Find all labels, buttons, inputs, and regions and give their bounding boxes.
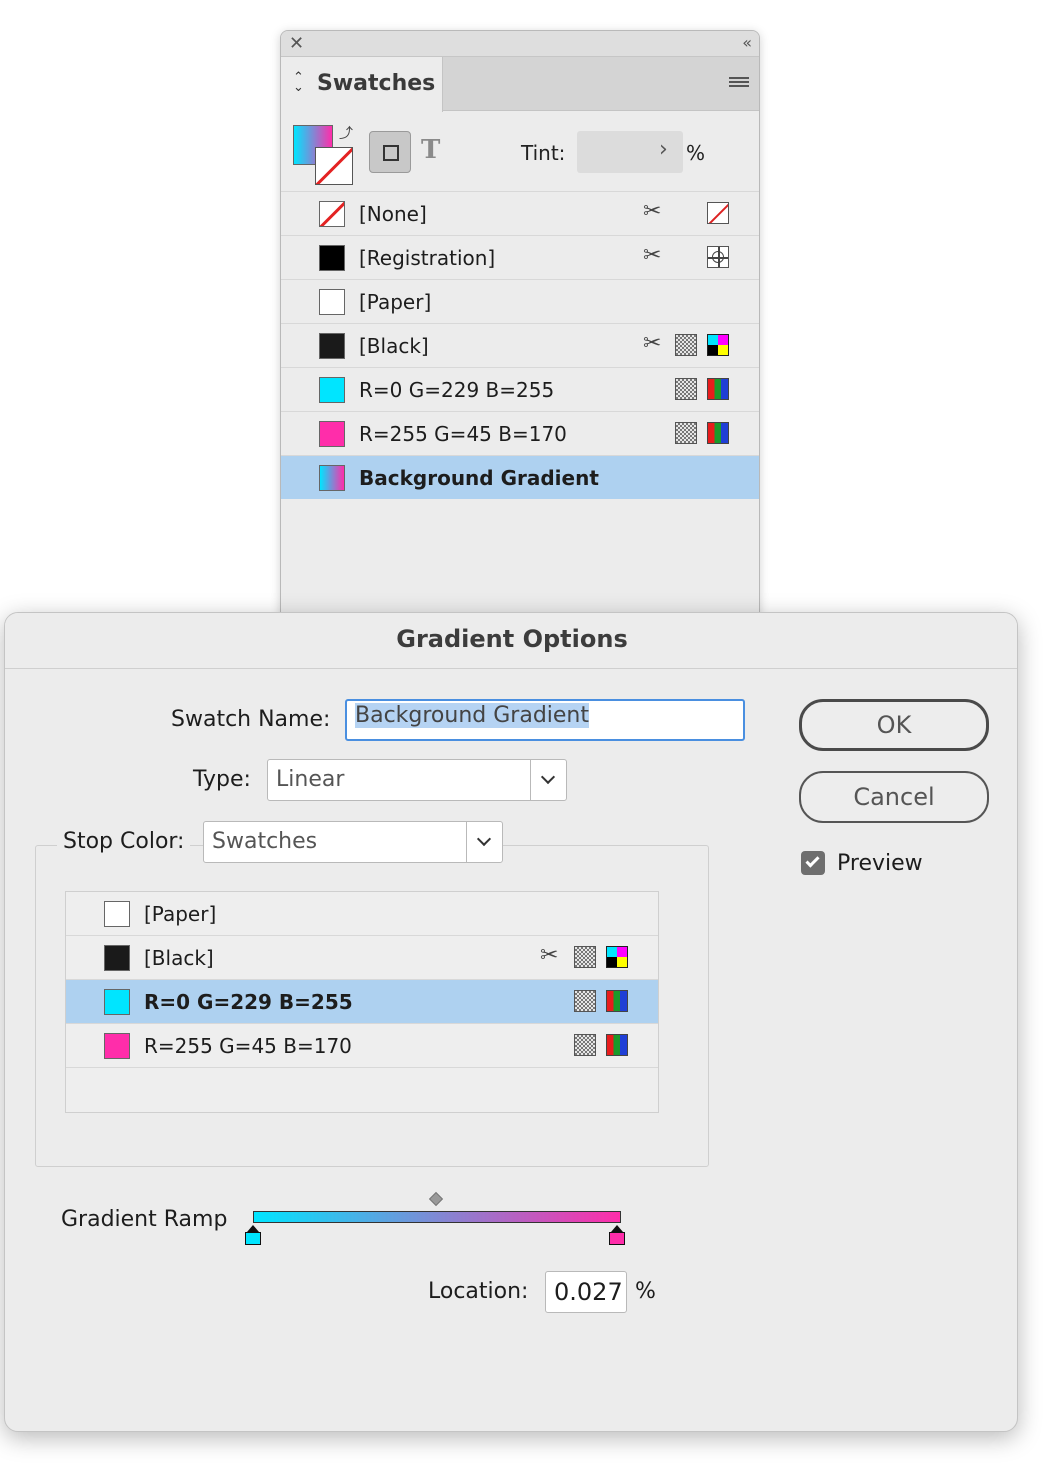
swatch-name: [Black] xyxy=(359,334,429,358)
swatch-chip xyxy=(319,465,345,491)
swatch-row-none[interactable]: [None] ✂ xyxy=(281,191,759,235)
swatch-name: [Registration] xyxy=(359,246,496,270)
stop-color-label: Stop Color: xyxy=(57,829,191,854)
swatch-name-label: Swatch Name: xyxy=(171,707,331,732)
swatch-name: [None] xyxy=(359,202,427,226)
swatch-chip xyxy=(319,333,345,359)
rgb-mode-icon xyxy=(606,1034,628,1056)
dialog-title-bar: Gradient Options xyxy=(5,613,1017,669)
cmyk-mode-icon xyxy=(606,946,628,968)
gradient-stop-start[interactable] xyxy=(245,1225,261,1245)
stop-row-magenta[interactable]: R=255 G=45 B=170 xyxy=(66,1024,658,1068)
process-color-icon xyxy=(574,1034,596,1056)
panel-menu-icon[interactable] xyxy=(729,77,749,91)
swatch-name: R=0 G=229 B=255 xyxy=(144,990,353,1014)
swap-fill-stroke-icon[interactable]: ⤴ xyxy=(339,123,353,143)
location-input[interactable]: 0.027 xyxy=(545,1271,627,1313)
gradient-stop-end[interactable] xyxy=(609,1225,625,1245)
formatting-text-icon[interactable]: T xyxy=(421,135,440,165)
type-value: Linear xyxy=(276,767,345,792)
swatch-chip xyxy=(104,945,130,971)
chevron-updown-icon: ⌃ ⌄ xyxy=(293,70,304,95)
stop-row-black[interactable]: [Black] ✂ xyxy=(66,936,658,980)
rgb-mode-icon xyxy=(606,990,628,1012)
stop-color-dropdown[interactable]: Swatches xyxy=(203,821,503,863)
swatch-row-paper[interactable]: [Paper] xyxy=(281,279,759,323)
gradient-midpoint-handle[interactable] xyxy=(428,1191,444,1207)
cannot-edit-icon: ✂ xyxy=(643,331,662,356)
swatch-name: R=0 G=229 B=255 xyxy=(359,378,555,402)
swatch-name: R=255 G=45 B=170 xyxy=(359,422,567,446)
tint-label: Tint: xyxy=(521,141,566,165)
swatches-panel: ✕ ‹‹ ⌃ ⌄ Swatches ⤴ T Tint: › % [None] ✂ … xyxy=(280,30,760,630)
swatch-row-magenta[interactable]: R=255 G=45 B=170 xyxy=(281,411,759,455)
collapse-icon[interactable]: ‹‹ xyxy=(742,33,752,53)
swatch-name: [Paper] xyxy=(144,902,217,926)
gradient-ramp-bar[interactable] xyxy=(253,1211,621,1223)
swatch-row-background-gradient[interactable]: Background Gradient xyxy=(281,455,759,499)
chevron-down-icon[interactable] xyxy=(530,760,566,800)
type-dropdown[interactable]: Linear xyxy=(267,759,567,801)
registration-icon xyxy=(707,246,729,268)
swatch-name-value: Background Gradient xyxy=(355,703,589,728)
swatch-chip xyxy=(104,989,130,1015)
cancel-button[interactable]: Cancel xyxy=(799,771,989,823)
gradient-ramp-label: Gradient Ramp xyxy=(61,1207,228,1232)
swatch-chip xyxy=(319,201,345,227)
stop-row-paper[interactable]: [Paper] xyxy=(66,892,658,936)
swatch-row-registration[interactable]: [Registration] ✂ xyxy=(281,235,759,279)
tint-unit: % xyxy=(686,141,706,165)
cannot-edit-icon: ✂ xyxy=(643,199,662,224)
swatch-name: [Paper] xyxy=(359,290,432,314)
square-icon xyxy=(383,145,399,161)
swatch-row-cyan[interactable]: R=0 G=229 B=255 xyxy=(281,367,759,411)
chevron-down-icon[interactable] xyxy=(466,822,502,862)
checkmark-icon xyxy=(805,853,820,868)
swatch-chip xyxy=(319,245,345,271)
swatch-chip xyxy=(319,421,345,447)
swatch-name: [Black] xyxy=(144,946,214,970)
process-color-icon xyxy=(675,378,697,400)
stop-color-value: Swatches xyxy=(212,829,318,854)
tab-label: Swatches xyxy=(317,71,436,96)
process-color-icon xyxy=(675,334,697,356)
location-unit: % xyxy=(635,1279,656,1304)
ok-button[interactable]: OK xyxy=(799,699,989,751)
tab-swatches[interactable]: ⌃ ⌄ Swatches xyxy=(281,57,443,112)
cannot-edit-icon: ✂ xyxy=(643,243,662,268)
gradient-options-dialog: Gradient Options Swatch Name: Background… xyxy=(4,612,1018,1432)
stop-row-cyan[interactable]: R=0 G=229 B=255 xyxy=(66,980,658,1024)
preview-checkbox[interactable] xyxy=(801,851,825,875)
preview-label: Preview xyxy=(837,851,923,876)
rgb-mode-icon xyxy=(707,378,729,400)
close-icon[interactable]: ✕ xyxy=(289,34,304,54)
swatch-name: R=255 G=45 B=170 xyxy=(144,1034,352,1058)
location-label: Location: xyxy=(428,1279,529,1304)
swatch-chip xyxy=(104,1033,130,1059)
formatting-container-button[interactable] xyxy=(369,131,411,173)
stroke-swatch-proxy[interactable] xyxy=(315,147,353,185)
chevron-right-icon[interactable]: › xyxy=(659,137,668,162)
stop-swatch-list: [Paper] [Black] ✂ R=0 G=229 B=255 R=255 … xyxy=(65,891,659,1113)
panel-tab-bar: ⌃ ⌄ Swatches xyxy=(281,57,759,112)
cannot-edit-icon: ✂ xyxy=(540,943,559,968)
process-color-icon xyxy=(574,946,596,968)
panel-title-bar: ✕ ‹‹ xyxy=(281,31,759,57)
process-color-icon xyxy=(675,422,697,444)
dialog-title: Gradient Options xyxy=(396,625,628,653)
swatch-row-black[interactable]: [Black] ✂ xyxy=(281,323,759,367)
swatch-list: [None] ✂ [Registration] ✂ [Paper] [Black… xyxy=(281,191,759,499)
rgb-mode-icon xyxy=(707,422,729,444)
process-color-icon xyxy=(574,990,596,1012)
swatch-chip xyxy=(319,377,345,403)
none-swatch-icon xyxy=(707,202,729,224)
cmyk-mode-icon xyxy=(707,334,729,356)
swatch-chip xyxy=(319,289,345,315)
swatch-name: Background Gradient xyxy=(359,466,599,490)
swatch-chip xyxy=(104,901,130,927)
type-label: Type: xyxy=(193,767,251,792)
swatch-name-input[interactable]: Background Gradient xyxy=(345,699,745,741)
